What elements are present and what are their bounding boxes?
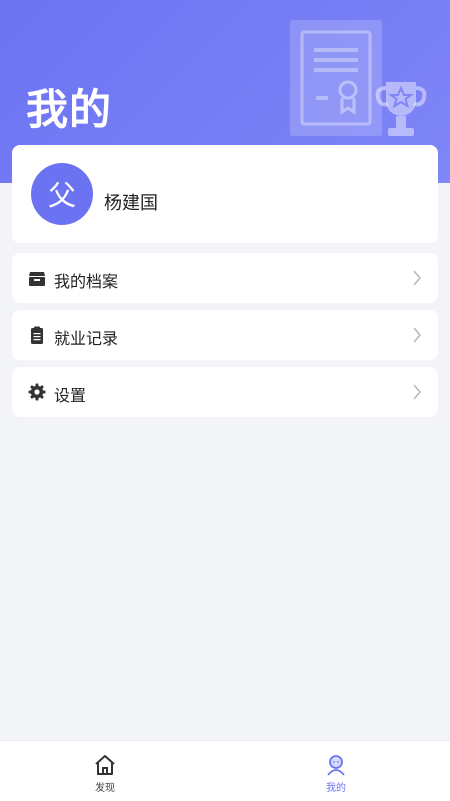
chevron-right-icon xyxy=(413,384,421,400)
avatar[interactable]: 父 xyxy=(31,163,93,225)
page-title: 我的 xyxy=(26,85,113,134)
user-icon xyxy=(327,755,345,776)
bottom-tab-bar: 发现 我的 xyxy=(0,740,450,801)
menu-item-label: 我的档案 xyxy=(54,272,119,291)
user-name: 杨建国 xyxy=(104,193,158,214)
menu-item-my-archive[interactable]: 我的档案 xyxy=(12,253,438,303)
archive-box-icon xyxy=(29,272,45,286)
menu-item-label: 就业记录 xyxy=(54,329,119,348)
tab-label: 我的 xyxy=(326,783,346,794)
chevron-right-icon xyxy=(413,270,421,286)
profile-card[interactable]: 父 杨建国 xyxy=(12,145,438,243)
home-icon xyxy=(95,755,115,775)
certificate-trophy-illustration xyxy=(290,20,427,136)
chevron-right-icon xyxy=(413,327,421,343)
menu-item-label: 设置 xyxy=(54,386,87,405)
tab-discover[interactable]: 发现 xyxy=(75,741,135,801)
menu-item-settings[interactable]: 设置 xyxy=(12,367,438,417)
tab-label: 发现 xyxy=(95,783,115,794)
tab-mine[interactable]: 我的 xyxy=(306,741,366,801)
gear-icon xyxy=(28,383,46,401)
clipboard-icon xyxy=(31,326,43,344)
menu-item-employment-record[interactable]: 就业记录 xyxy=(12,310,438,360)
